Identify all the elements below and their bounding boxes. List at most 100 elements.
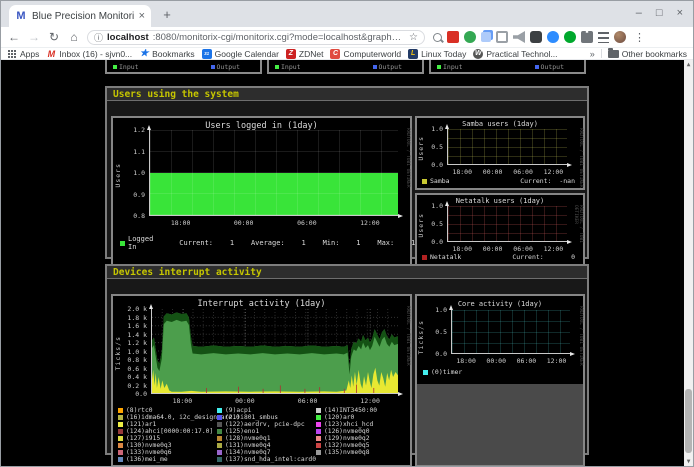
input-swatch-icon	[437, 65, 441, 69]
axis-arrow-up-icon	[445, 124, 449, 129]
scrollbar-thumb[interactable]	[685, 389, 692, 453]
forward-icon[interactable]: →	[27, 30, 41, 44]
interrupts-section-title: Devices interrupt activity	[107, 266, 587, 279]
minimize-button[interactable]: –	[636, 5, 642, 21]
legend-swatch-icon	[217, 450, 222, 455]
input-swatch-icon	[113, 65, 117, 69]
tick-label: 0.2 k	[127, 382, 147, 390]
interrupt-legend: (8)rtc0(9)acpi(14)INT3450:00(16)idma64.0…	[118, 407, 408, 463]
tick-label: 0.0	[435, 350, 447, 358]
globe-extension-icon[interactable]	[464, 31, 476, 43]
reload-icon[interactable]: ↻	[47, 30, 61, 44]
browser-tab[interactable]: M Blue Precision Monitorix ×	[9, 5, 151, 27]
plot-area	[447, 206, 567, 242]
legend-item: (137)snd_hda_intel:card0	[217, 456, 316, 463]
bookmark-label: Bookmarks	[152, 49, 195, 59]
bookmark-label: Practical Technol...	[486, 49, 557, 59]
bookmark-item-calendar[interactable]: 31Google Calendar	[202, 49, 279, 59]
bookmark-item-wordpress[interactable]: WPractical Technol...	[473, 49, 557, 59]
tab-title: Blue Precision Monitorix	[32, 11, 134, 22]
legend-item: (133)nvme0q6	[118, 449, 213, 456]
legend-swatch-icon	[217, 415, 222, 420]
bookmark-items: Apps MInbox (16) - sjvn0... ★Bookmarks 31Go…	[7, 49, 586, 59]
tick-label: 12:00	[544, 245, 564, 253]
legend-swatch-icon	[316, 408, 321, 413]
core-activity-box[interactable]: Core activity (1day) Ticks/s 1.00.50.0 1…	[415, 294, 585, 467]
tick-label: 12:00	[360, 219, 380, 227]
back-icon[interactable]: ←	[7, 30, 21, 44]
users-logged-in-graph[interactable]: Users logged in (1day) Users 1.21.11.00.…	[111, 116, 412, 266]
tick-label: 18:00	[171, 219, 191, 227]
page-scrollbar[interactable]: ▲ ▼	[684, 60, 693, 466]
tick-label: 18:00	[456, 357, 476, 365]
other-bookmarks-button[interactable]: Other bookmarks	[608, 49, 687, 59]
dark-extension-icon[interactable]	[530, 31, 542, 43]
page-info-icon[interactable]: ⓘ	[94, 31, 103, 44]
search-extension-icon[interactable]	[433, 33, 442, 42]
new-tab-button[interactable]: +	[159, 7, 175, 23]
core-activity-graph: Core activity (1day) Ticks/s 1.00.50.0 1…	[417, 296, 583, 384]
samba-users-graph[interactable]: Samba users (1day) Users 1.00.50.0 18:00…	[415, 116, 585, 190]
bookmark-item-gmail[interactable]: MInbox (16) - sjvn0...	[46, 49, 132, 59]
tick-label: 1.1	[133, 148, 145, 156]
netatalk-users-graph[interactable]: Netatalk users (1day) Users 1.00.50.0 18…	[415, 193, 585, 266]
tick-label: 0.5	[435, 328, 447, 336]
bookmark-item-star[interactable]: ★Bookmarks	[139, 49, 195, 59]
output-legend: Output	[217, 63, 240, 71]
linuxtoday-icon: L	[408, 49, 418, 59]
speaker-extension-icon[interactable]	[513, 31, 525, 43]
legend-item: (131)nvme0q4	[217, 442, 312, 449]
legend-label: (130)nvme0q3	[126, 442, 172, 449]
interrupt-activity-graph[interactable]: Interrupt activity (1day) Ticks/s 2.0 k1…	[111, 294, 412, 467]
address-bar[interactable]: ⓘ localhost :8080/monitorix-cgi/monitori…	[87, 30, 425, 45]
bookmarks-overflow-icon[interactable]: »	[590, 49, 595, 59]
legend-label: (8)rtc0	[126, 407, 153, 414]
output-legend: Output	[541, 63, 564, 71]
tick-label: 00:00	[483, 245, 503, 253]
zoom-extension-icon[interactable]	[547, 31, 559, 43]
bookmark-star-icon[interactable]: ☆	[409, 32, 418, 43]
tab-strip: M Blue Precision Monitorix × + – □ ×	[1, 1, 693, 27]
legend-swatch-icon	[118, 443, 123, 448]
bookmark-item-linuxtoday[interactable]: LLinux Today	[408, 49, 466, 59]
mini-graph-box[interactable]: Input Output	[429, 60, 586, 74]
mini-graph-box[interactable]: Input Output	[105, 60, 262, 74]
maximize-button[interactable]: □	[656, 5, 663, 21]
tab-close-icon[interactable]: ×	[139, 10, 145, 22]
rrdtool-watermark: RRDTOOL / TOBI OETIKER	[573, 205, 583, 264]
tick-label: 06:00	[517, 357, 537, 365]
pages-extension-icon[interactable]	[481, 32, 491, 42]
tick-label: 0.8	[133, 212, 145, 220]
legend-label: (21)i801_smbus	[225, 414, 278, 421]
profile-avatar[interactable]	[614, 31, 626, 43]
legend-swatch-icon	[316, 436, 321, 441]
tick-label: 18:00	[452, 245, 472, 253]
bookmark-item-computerworld[interactable]: CComputerworld	[330, 49, 401, 59]
mini-graph-box[interactable]: Input Output	[267, 60, 424, 74]
y-axis-label: Ticks/s	[417, 320, 425, 354]
output-swatch-icon	[373, 65, 377, 69]
playlist-extension-icon[interactable]	[598, 32, 609, 43]
legend-item: (125)eno1	[217, 428, 312, 435]
input-legend: Input	[281, 63, 301, 71]
home-icon[interactable]: ⌂	[67, 30, 81, 44]
legend-item: (121)ar1	[118, 421, 213, 428]
legend-swatch-icon	[118, 436, 123, 441]
legend-item: (14)INT3450:00	[316, 407, 411, 414]
mail-extension-icon[interactable]	[447, 31, 459, 43]
bookmark-item-zdnet[interactable]: ZZDNet	[286, 49, 324, 59]
scroll-up-icon[interactable]: ▲	[684, 60, 693, 68]
tick-label: 00:00	[483, 168, 503, 176]
wordpress-icon: W	[473, 49, 483, 59]
browser-menu-icon[interactable]: ⋮	[634, 31, 645, 44]
close-button[interactable]: ×	[677, 5, 683, 21]
evernote-extension-icon[interactable]	[564, 31, 576, 43]
legend-label: (126)nvme0q0	[324, 428, 370, 435]
gmail-icon: M	[46, 49, 56, 59]
bookmark-item-apps[interactable]: Apps	[7, 49, 39, 59]
scroll-down-icon[interactable]: ▼	[684, 458, 693, 466]
legend-row: Logged In Current: 1 Average: 1 Min: 1 M…	[120, 235, 403, 251]
square-extension-icon[interactable]	[496, 31, 508, 43]
legend-label: Netatalk	[430, 253, 461, 261]
extensions-puzzle-icon[interactable]	[581, 31, 593, 43]
